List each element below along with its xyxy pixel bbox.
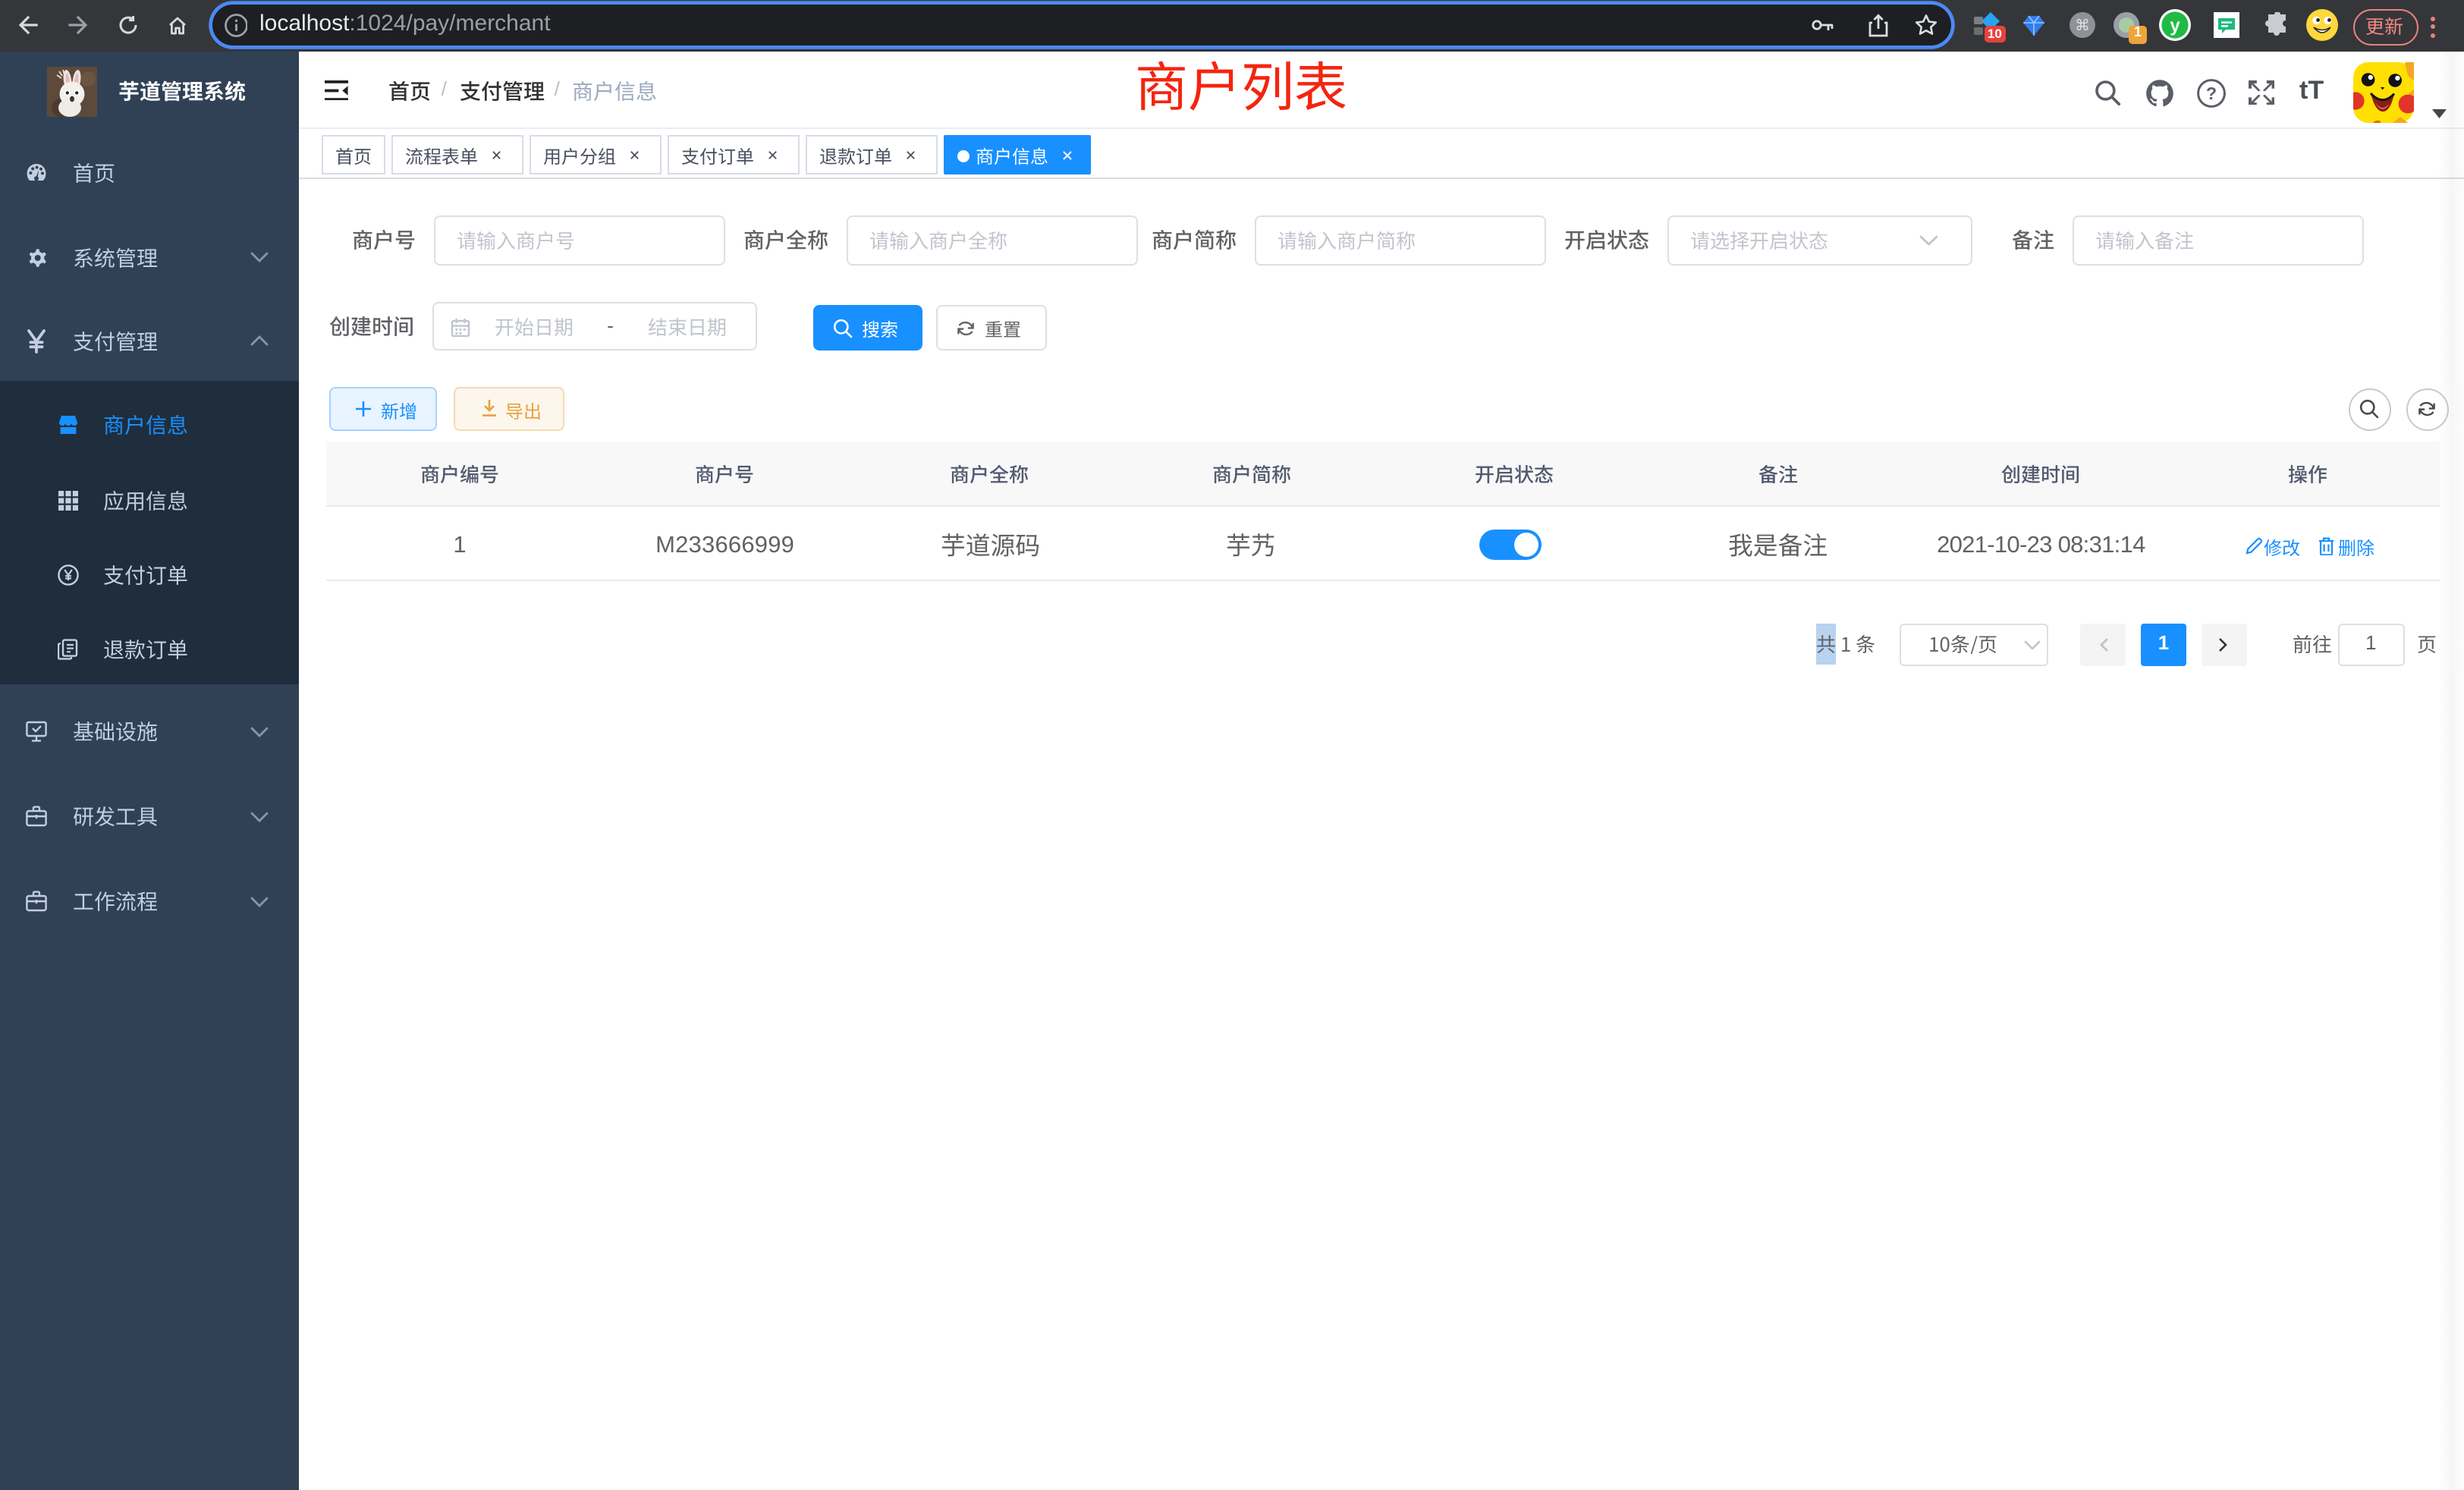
svg-text:⌘: ⌘: [2075, 17, 2090, 34]
svg-text:y: y: [2170, 15, 2180, 36]
svg-text:?: ?: [2205, 83, 2216, 102]
